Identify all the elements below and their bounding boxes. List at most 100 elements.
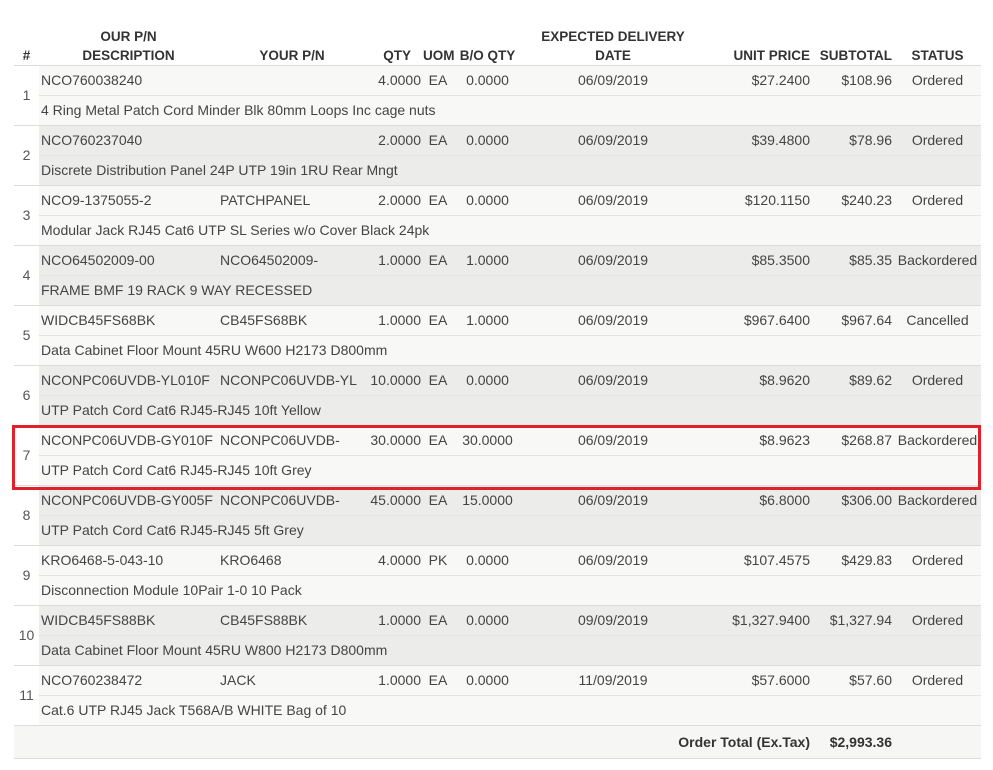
qty: 30.0000 [366, 424, 423, 455]
table-row-4[interactable]: 4 NCO64502009-00 NCO64502009- 1.0000 EA … [14, 244, 981, 305]
uom: EA [423, 184, 453, 215]
status: Ordered [894, 124, 981, 155]
col-header-uom: UOM [423, 47, 455, 63]
item-description: UTP Patch Cord Cat6 RJ45-RJ45 10ft Grey [39, 454, 981, 485]
qty: 1.0000 [366, 604, 423, 635]
status: Backordered [894, 484, 981, 515]
col-header-our-pn-label: OUR P/N [100, 28, 157, 44]
table-row-8[interactable]: 8 NCONPC06UVDB-GY005F NCONPC06UVDB- 45.0… [14, 484, 981, 545]
unit-price: $8.9620 [704, 364, 812, 395]
status: Ordered [894, 664, 981, 695]
col-header-status: STATUS [911, 47, 964, 63]
our-pn: NCO9-1375055-2 [39, 184, 218, 215]
your-pn: NCONPC06UVDB-YL [218, 364, 366, 395]
table-row-9[interactable]: 9 KRO6468-5-043-10 KRO6468 4.0000 PK 0.0… [14, 544, 981, 605]
row-number: 2 [14, 124, 39, 185]
item-description: Data Cabinet Floor Mount 45RU W600 H2173… [39, 334, 981, 365]
row-number: 6 [14, 364, 39, 425]
table-row-11[interactable]: 11 NCO760238472 JACK 1.0000 EA 0.0000 11… [14, 664, 981, 725]
table-row-10[interactable]: 10 WIDCB45FS88BK CB45FS88BK 1.0000 EA 0.… [14, 604, 981, 665]
bo-qty: 1.0000 [453, 304, 522, 335]
table-row-1[interactable]: 1 NCO760038240 4.0000 EA 0.0000 06/09/20… [14, 64, 981, 125]
col-header-our-pn: OUR P/N DESCRIPTION [39, 17, 218, 65]
uom: PK [423, 544, 453, 575]
bo-qty: 0.0000 [453, 364, 522, 395]
uom: EA [423, 64, 453, 95]
item-description: Discrete Distribution Panel 24P UTP 19in… [39, 154, 981, 185]
item-description: Modular Jack RJ45 Cat6 UTP SL Series w/o… [39, 214, 981, 245]
row-number: 5 [14, 304, 39, 365]
table-row-3[interactable]: 3 NCO9-1375055-2 PATCHPANEL 2.0000 EA 0.… [14, 184, 981, 245]
col-header-num: # [22, 47, 31, 63]
qty: 10.0000 [366, 364, 423, 395]
our-pn: WIDCB45FS68BK [39, 304, 218, 335]
bo-qty: 30.0000 [453, 424, 522, 455]
your-pn: CB45FS88BK [218, 604, 366, 635]
our-pn: NCO760038240 [39, 64, 218, 95]
row-number: 8 [14, 484, 39, 545]
our-pn: NCO760238472 [39, 664, 218, 695]
expected-delivery-date: 06/09/2019 [522, 124, 704, 155]
col-header-your-pn: YOUR P/N [259, 47, 325, 63]
unit-price: $6.8000 [704, 484, 812, 515]
uom: EA [423, 484, 453, 515]
row-number: 9 [14, 544, 39, 605]
status: Ordered [894, 184, 981, 215]
qty: 4.0000 [366, 64, 423, 95]
bo-qty: 0.0000 [453, 64, 522, 95]
item-description: FRAME BMF 19 RACK 9 WAY RECESSED [39, 274, 981, 305]
subtotal: $85.35 [812, 244, 894, 275]
expected-delivery-date: 06/09/2019 [522, 484, 704, 515]
table-row-5[interactable]: 5 WIDCB45FS68BK CB45FS68BK 1.0000 EA 1.0… [14, 304, 981, 365]
expected-delivery-date: 11/09/2019 [522, 664, 704, 695]
col-header-subtotal: SUBTOTAL [819, 47, 892, 63]
subtotal: $967.64 [812, 304, 894, 335]
expected-delivery-date: 06/09/2019 [522, 364, 704, 395]
your-pn: NCO64502009- [218, 244, 366, 275]
uom: EA [423, 244, 453, 275]
status: Ordered [894, 544, 981, 575]
unit-price: $85.3500 [704, 244, 812, 275]
our-pn: WIDCB45FS88BK [39, 604, 218, 635]
row-number: 4 [14, 244, 39, 305]
bo-qty: 0.0000 [453, 604, 522, 635]
item-description: UTP Patch Cord Cat6 RJ45-RJ45 5ft Grey [39, 514, 981, 545]
status: Cancelled [894, 304, 981, 335]
bo-qty: 15.0000 [453, 484, 522, 515]
order-lines-table: # OUR P/N DESCRIPTION YOUR P/N QTY UOM B… [14, 17, 981, 759]
subtotal: $429.83 [812, 544, 894, 575]
row-number: 1 [14, 64, 39, 125]
table-header-row: # OUR P/N DESCRIPTION YOUR P/N QTY UOM B… [14, 17, 981, 65]
our-pn: NCONPC06UVDB-GY005F [39, 484, 218, 515]
subtotal: $1,327.94 [812, 604, 894, 635]
subtotal: $78.96 [812, 124, 894, 155]
your-pn [218, 124, 366, 155]
order-total-label: Order Total (Ex.Tax) [14, 724, 812, 759]
item-description: UTP Patch Cord Cat6 RJ45-RJ45 10ft Yello… [39, 394, 981, 425]
col-header-delivery: EXPECTED DELIVERY DATE [541, 28, 685, 63]
qty: 4.0000 [366, 544, 423, 575]
subtotal: $268.87 [812, 424, 894, 455]
bo-qty: 0.0000 [453, 544, 522, 575]
qty: 45.0000 [366, 484, 423, 515]
qty: 1.0000 [366, 664, 423, 695]
uom: EA [423, 664, 453, 695]
status: Ordered [894, 364, 981, 395]
item-description: 4 Ring Metal Patch Cord Minder Blk 80mm … [39, 94, 981, 125]
status: Backordered [894, 424, 981, 455]
table-row-7[interactable]: 7 NCONPC06UVDB-GY010F NCONPC06UVDB- 30.0… [14, 424, 981, 485]
our-pn: NCONPC06UVDB-YL010F [39, 364, 218, 395]
your-pn: KRO6468 [218, 544, 366, 575]
row-number: 10 [14, 604, 39, 665]
uom: EA [423, 424, 453, 455]
table-row-2[interactable]: 2 NCO760237040 2.0000 EA 0.0000 06/09/20… [14, 124, 981, 185]
item-description: Disconnection Module 10Pair 1-0 10 Pack [39, 574, 981, 605]
subtotal: $57.60 [812, 664, 894, 695]
row-number: 11 [14, 664, 39, 725]
unit-price: $967.6400 [704, 304, 812, 335]
our-pn: NCONPC06UVDB-GY010F [39, 424, 218, 455]
expected-delivery-date: 09/09/2019 [522, 604, 704, 635]
our-pn: NCO64502009-00 [39, 244, 218, 275]
col-header-bo-qty: B/O QTY [459, 47, 516, 63]
table-row-6[interactable]: 6 NCONPC06UVDB-YL010F NCONPC06UVDB-YL 10… [14, 364, 981, 425]
